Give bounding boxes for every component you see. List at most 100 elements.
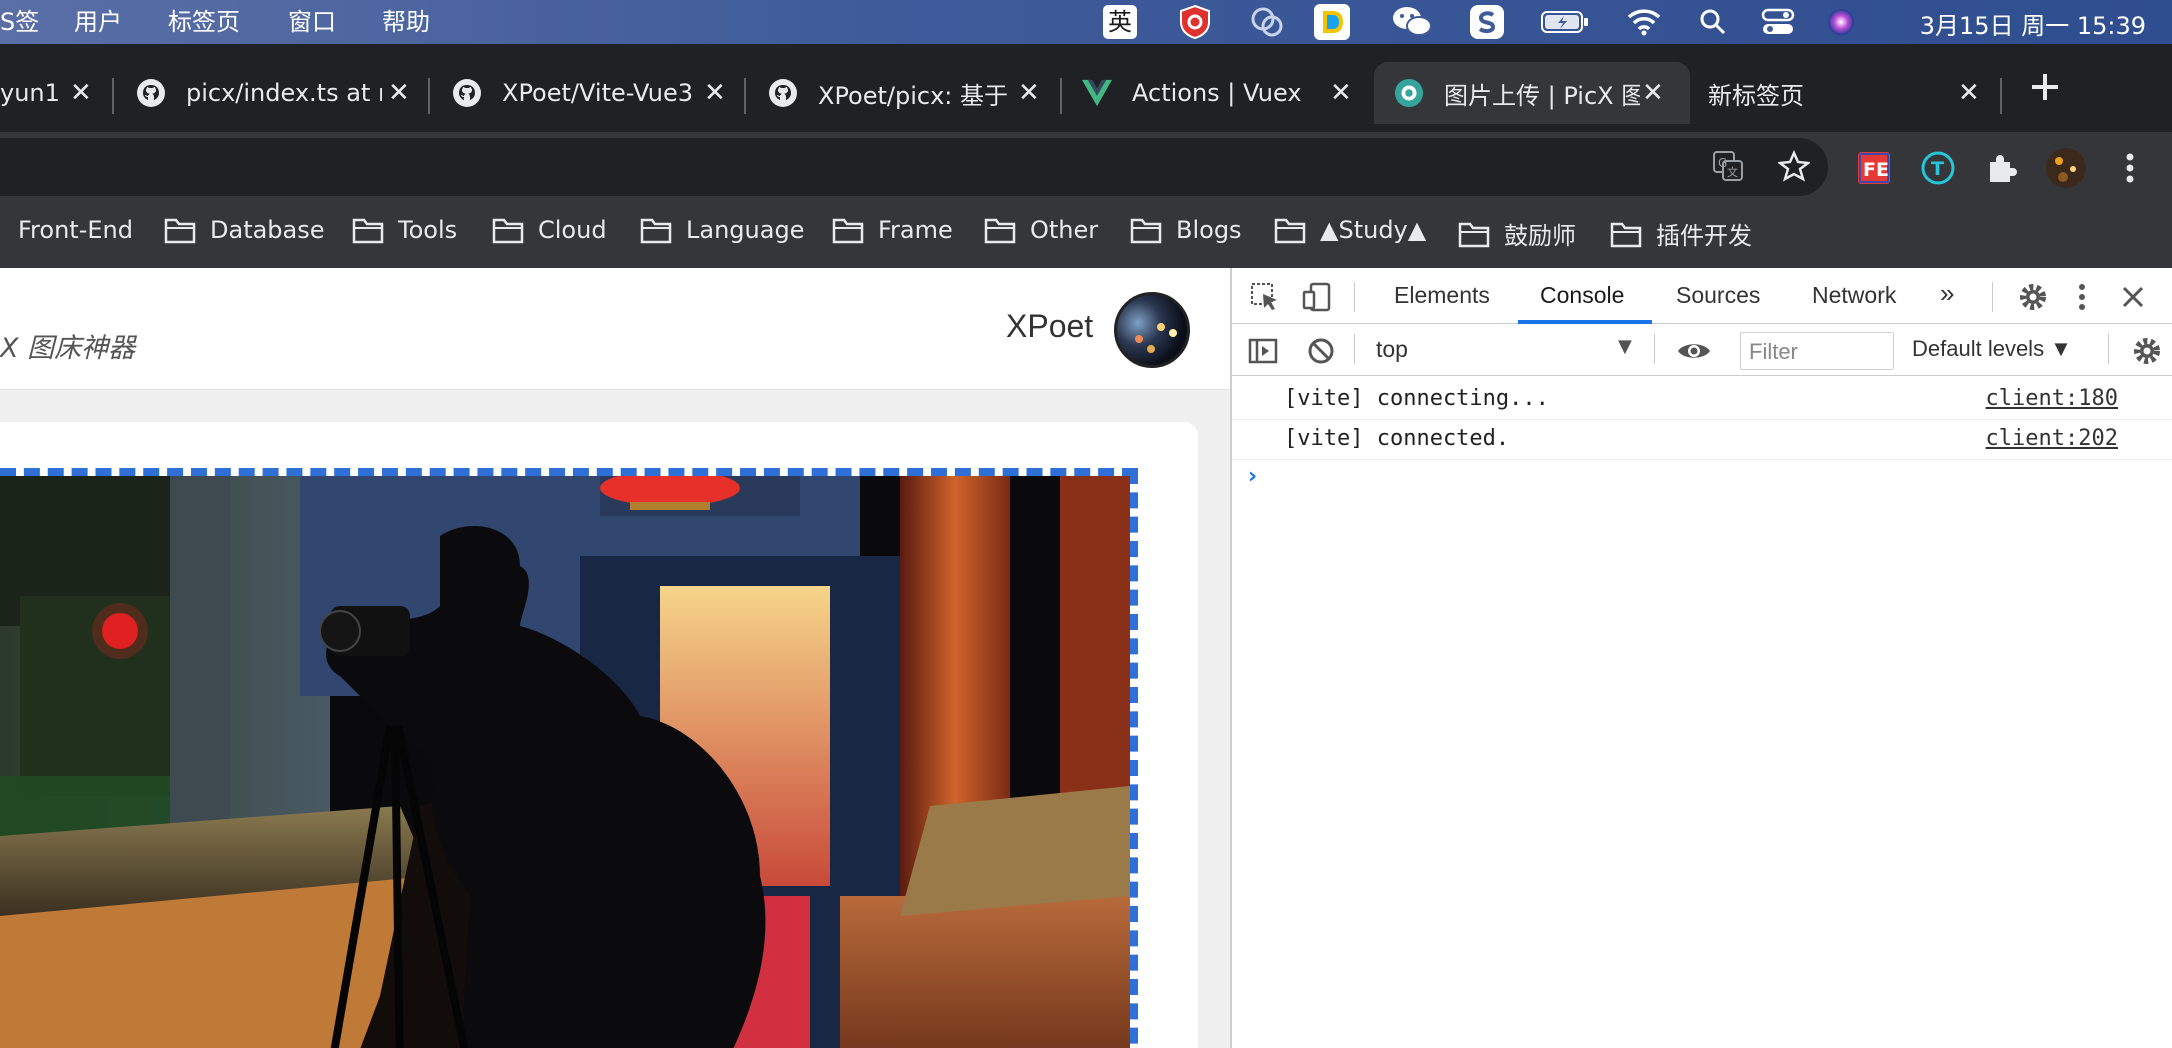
bookmark-label: ▲Study▲: [1320, 216, 1427, 244]
device-toolbar-icon[interactable]: [1300, 280, 1334, 314]
folder-icon: [1458, 222, 1490, 247]
more-tabs-button[interactable]: »: [1940, 278, 1954, 309]
fe-helper-extension-icon[interactable]: FE: [1856, 150, 1892, 186]
clear-console-icon[interactable]: [1304, 334, 1338, 368]
svg-text:T: T: [1931, 158, 1944, 180]
tab-divider: [112, 78, 114, 114]
battery-icon[interactable]: [1540, 4, 1590, 40]
browser-tab[interactable]: 新标签页 ✕: [1708, 62, 1988, 124]
menu-item-help[interactable]: 帮助: [382, 8, 430, 36]
more-options-icon[interactable]: [2072, 280, 2092, 314]
bookmark-folder[interactable]: ▲Study▲: [1274, 216, 1426, 244]
tab-console[interactable]: Console: [1540, 282, 1624, 309]
browser-tab[interactable]: picx/index.ts at m ✕: [136, 62, 436, 124]
close-icon[interactable]: ✕: [70, 78, 92, 108]
context-select[interactable]: top: [1376, 336, 1408, 363]
tab-title: 新标签页: [1708, 81, 1804, 110]
tab-sources[interactable]: Sources: [1676, 282, 1760, 309]
close-devtools-icon[interactable]: [2116, 280, 2150, 314]
bookmark-folder[interactable]: 插件开发: [1610, 216, 1752, 251]
browser-tab[interactable]: XPoet/picx: 基于 ✕: [768, 62, 1068, 124]
menu-bar-clock[interactable]: 3月15日 周一 15:39: [1920, 6, 2146, 41]
bookmark-star-icon[interactable]: [1776, 148, 1812, 184]
bookmark-folder[interactable]: Other: [984, 216, 1098, 244]
menu-item-user[interactable]: 用户: [74, 8, 122, 36]
console-filter-input[interactable]: Filter: [1740, 332, 1894, 370]
close-icon[interactable]: ✕: [1330, 78, 1352, 108]
browser-menu-icon[interactable]: [2112, 150, 2148, 186]
shield-app-icon[interactable]: [1176, 4, 1214, 40]
bookmark-folder[interactable]: Cloud: [492, 216, 607, 244]
image-preview-frame[interactable]: [0, 468, 1138, 1048]
tab-network[interactable]: Network: [1812, 282, 1896, 309]
folder-icon: [492, 218, 524, 244]
spotlight-search-icon[interactable]: [1698, 4, 1728, 40]
log-source-link[interactable]: client:202: [1986, 426, 2118, 451]
svg-text:G: G: [1718, 156, 1727, 170]
site-subtitle: X 图床神器: [0, 333, 136, 364]
tab-title: XPoet/Vite-Vue3: [502, 79, 694, 107]
bookmark-folder[interactable]: Language: [640, 216, 804, 244]
log-source-link[interactable]: client:180: [1986, 386, 2118, 411]
console-prompt[interactable]: ›: [1248, 464, 1257, 489]
github-icon: [452, 78, 482, 108]
translator-extension-icon[interactable]: T: [1920, 150, 1956, 186]
log-message: [vite] connecting...: [1284, 386, 1549, 411]
app-d-icon[interactable]: [1312, 4, 1352, 40]
menu-item-bookmarks[interactable]: S签: [0, 8, 39, 36]
tab-elements[interactable]: Elements: [1394, 282, 1490, 309]
menu-item-tabs[interactable]: 标签页: [168, 8, 240, 36]
chat-bubble-icon[interactable]: [1248, 4, 1286, 40]
bookmark-folder[interactable]: Tools: [352, 216, 457, 244]
bookmark-folder[interactable]: Database: [164, 216, 325, 244]
picx-icon: [1394, 78, 1424, 108]
tab-divider: [2000, 78, 2002, 114]
browser-tab[interactable]: XPoet/Vite-Vue3 ✕: [452, 62, 752, 124]
menu-item-window[interactable]: 窗口: [288, 8, 336, 36]
show-sidebar-icon[interactable]: [1246, 334, 1280, 368]
close-icon[interactable]: ✕: [388, 78, 410, 108]
address-bar[interactable]: G文: [0, 138, 1828, 196]
new-tab-button[interactable]: [2026, 68, 2064, 106]
live-expression-eye-icon[interactable]: [1674, 334, 1714, 368]
bookmark-folder[interactable]: Frame: [832, 216, 953, 244]
folder-icon: [164, 218, 196, 244]
input-method-indicator[interactable]: 英: [1102, 4, 1138, 40]
bookmark-folder[interactable]: 鼓励师: [1458, 216, 1576, 251]
wifi-icon[interactable]: [1626, 4, 1662, 40]
close-icon[interactable]: ✕: [1642, 78, 1664, 108]
user-name[interactable]: XPoet: [1006, 308, 1093, 345]
chevron-down-icon[interactable]: ▼: [1618, 336, 1632, 357]
settings-gear-icon[interactable]: [2016, 280, 2050, 314]
profile-avatar[interactable]: [2044, 146, 2088, 190]
siri-icon[interactable]: [1824, 4, 1858, 40]
vue-icon: [1082, 78, 1112, 108]
close-icon[interactable]: ✕: [1958, 78, 1980, 108]
log-message: [vite] connected.: [1284, 426, 1510, 451]
toolbar-divider: [1354, 282, 1355, 312]
bookmark-label: 鼓励师: [1504, 222, 1576, 250]
tab-title: XPoet/picx: 基于: [818, 81, 1008, 110]
log-levels-dropdown[interactable]: Default levels ▼: [1912, 336, 2072, 362]
translate-icon[interactable]: G文: [1710, 148, 1746, 184]
inspect-element-icon[interactable]: [1248, 280, 1282, 314]
folder-icon: [1274, 218, 1306, 244]
uploaded-photo: [0, 476, 1130, 1048]
control-center-icon[interactable]: [1760, 4, 1796, 40]
wechat-icon[interactable]: [1390, 4, 1434, 40]
sogou-input-icon[interactable]: [1468, 4, 1506, 40]
close-icon[interactable]: ✕: [704, 78, 726, 108]
extensions-puzzle-icon[interactable]: [1984, 150, 2020, 186]
tab-divider: [1060, 78, 1062, 114]
tab-divider: [428, 78, 430, 114]
svg-text:文: 文: [1727, 165, 1738, 179]
bookmark-label: Front-End: [18, 216, 133, 244]
bookmark-folder[interactable]: Front-End: [18, 216, 133, 244]
console-settings-gear-icon[interactable]: [2130, 334, 2164, 368]
bookmark-folder[interactable]: Blogs: [1130, 216, 1242, 244]
browser-tab[interactable]: Actions | Vuex ✕: [1082, 62, 1382, 124]
avatar[interactable]: [1114, 292, 1190, 368]
browser-tab-active[interactable]: 图片上传 | PicX 图 ✕: [1374, 62, 1690, 124]
browser-tab[interactable]: yun16 ✕: [0, 62, 100, 124]
close-icon[interactable]: ✕: [1018, 78, 1040, 108]
